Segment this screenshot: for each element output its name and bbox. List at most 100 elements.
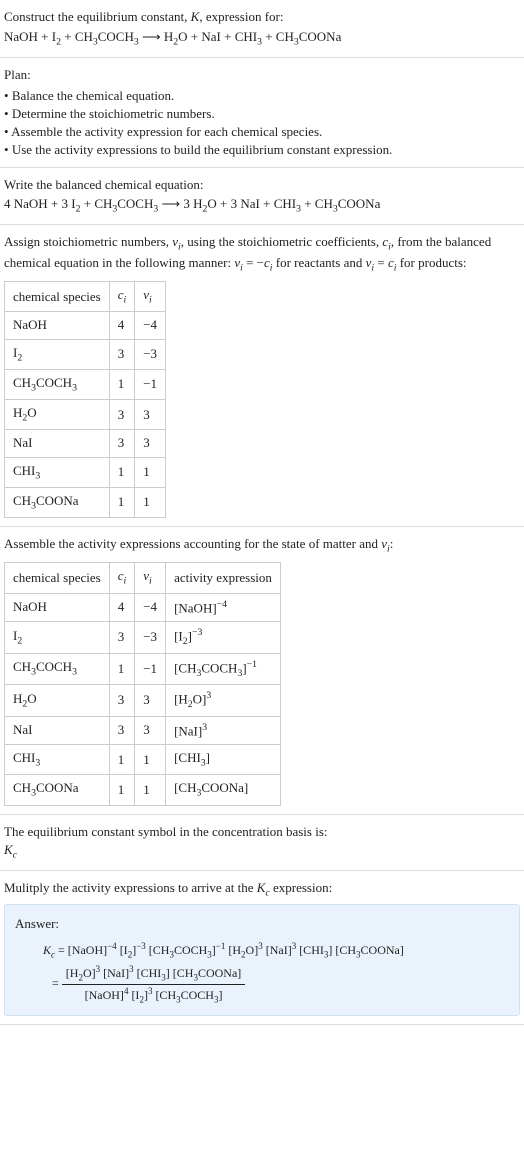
plan-heading: Plan:	[4, 66, 520, 84]
cell-species: NaI	[5, 430, 110, 457]
header-c: ci	[109, 563, 135, 593]
activity-table: chemical species ci νi activity expressi…	[4, 562, 281, 805]
cell-v: −4	[135, 312, 166, 339]
intro-heading: Construct the equilibrium constant, K, e…	[4, 8, 520, 26]
table-row: NaOH4−4	[5, 312, 166, 339]
symbol-text: The equilibrium constant symbol in the c…	[4, 823, 520, 841]
cell-c: 1	[109, 653, 135, 685]
cell-species: CHI3	[5, 745, 110, 775]
cell-v: 1	[135, 745, 166, 775]
intro-equation: NaOH + I2 + CH3COCH3 ⟶ H2O + NaI + CHI3 …	[4, 28, 520, 49]
cell-expr: [H2O]3	[166, 685, 281, 717]
table-row: NaI33	[5, 430, 166, 457]
answer-label: Answer:	[15, 915, 509, 933]
cell-v: 3	[135, 430, 166, 457]
answer-line1: Kc = [NaOH]−4 [I2]−3 [CH3COCH3]−1 [H2O]3…	[43, 940, 509, 961]
cell-v: 1	[135, 457, 166, 487]
cell-v: 3	[135, 400, 166, 430]
answer-denominator: [NaOH]4 [I2]3 [CH3COCH3]	[62, 985, 246, 1006]
plan-item: Balance the chemical equation.	[4, 87, 520, 105]
cell-c: 4	[109, 593, 135, 622]
cell-c: 3	[109, 400, 135, 430]
balanced-heading: Write the balanced chemical equation:	[4, 176, 520, 194]
header-expr: activity expression	[166, 563, 281, 593]
table-row: CH3COONa11	[5, 487, 166, 517]
symbol-kc: Kc	[4, 841, 520, 862]
multiply-section: Mulitply the activity expressions to arr…	[0, 871, 524, 1025]
answer-line2: = [H2O]3 [NaI]3 [CHI3] [CH3COONa] [NaOH]…	[43, 963, 509, 1006]
cell-species: CH3COONa	[5, 775, 110, 805]
cell-c: 3	[109, 622, 135, 654]
cell-expr: [NaOH]−4	[166, 593, 281, 622]
cell-species: NaOH	[5, 312, 110, 339]
table-header-row: chemical species ci νi	[5, 282, 166, 312]
cell-species: H2O	[5, 400, 110, 430]
table-row: CH3COONa11[CH3COONa]	[5, 775, 281, 805]
cell-c: 1	[109, 457, 135, 487]
cell-c: 3	[109, 685, 135, 717]
cell-species: NaI	[5, 716, 110, 745]
table-row: H2O33	[5, 400, 166, 430]
cell-c: 1	[109, 745, 135, 775]
cell-species: CHI3	[5, 457, 110, 487]
answer-fraction: [H2O]3 [NaI]3 [CHI3] [CH3COONa] [NaOH]4 …	[62, 963, 246, 1006]
table-row: NaOH4−4[NaOH]−4	[5, 593, 281, 622]
stoich-text: Assign stoichiometric numbers, νi, using…	[4, 233, 520, 275]
cell-species: H2O	[5, 685, 110, 717]
stoich-section: Assign stoichiometric numbers, νi, using…	[0, 225, 524, 527]
cell-c: 4	[109, 312, 135, 339]
symbol-section: The equilibrium constant symbol in the c…	[0, 815, 524, 871]
header-species: chemical species	[5, 563, 110, 593]
cell-c: 1	[109, 775, 135, 805]
table-row: CHI311[CHI3]	[5, 745, 281, 775]
cell-species: CH3COONa	[5, 487, 110, 517]
cell-species: NaOH	[5, 593, 110, 622]
table-row: NaI33[NaI]3	[5, 716, 281, 745]
cell-species: I2	[5, 339, 110, 369]
cell-species: I2	[5, 622, 110, 654]
cell-c: 1	[109, 487, 135, 517]
answer-numerator: [H2O]3 [NaI]3 [CHI3] [CH3COONa]	[62, 963, 246, 985]
balanced-section: Write the balanced chemical equation: 4 …	[0, 168, 524, 224]
table-row: CH3COCH31−1	[5, 369, 166, 399]
cell-v: 3	[135, 716, 166, 745]
plan-item: Determine the stoichiometric numbers.	[4, 105, 520, 123]
plan-item: Use the activity expressions to build th…	[4, 141, 520, 159]
plan-list: Balance the chemical equation. Determine…	[4, 87, 520, 160]
plan-item: Assemble the activity expression for eac…	[4, 123, 520, 141]
cell-v: −4	[135, 593, 166, 622]
cell-v: 3	[135, 685, 166, 717]
header-c: ci	[109, 282, 135, 312]
cell-c: 1	[109, 369, 135, 399]
cell-species: CH3COCH3	[5, 653, 110, 685]
cell-v: −1	[135, 653, 166, 685]
answer-box: Answer: Kc = [NaOH]−4 [I2]−3 [CH3COCH3]−…	[4, 904, 520, 1016]
table-row: I23−3[I2]−3	[5, 622, 281, 654]
cell-c: 3	[109, 430, 135, 457]
activity-section: Assemble the activity expressions accoun…	[0, 527, 524, 815]
activity-heading: Assemble the activity expressions accoun…	[4, 535, 520, 556]
table-row: CH3COCH31−1[CH3COCH3]−1	[5, 653, 281, 685]
table-header-row: chemical species ci νi activity expressi…	[5, 563, 281, 593]
intro-section: Construct the equilibrium constant, K, e…	[0, 0, 524, 58]
cell-v: 1	[135, 775, 166, 805]
balanced-equation: 4 NaOH + 3 I2 + CH3COCH3 ⟶ 3 H2O + 3 NaI…	[4, 195, 520, 216]
header-v: νi	[135, 282, 166, 312]
cell-v: −3	[135, 339, 166, 369]
cell-c: 3	[109, 339, 135, 369]
cell-v: −3	[135, 622, 166, 654]
cell-v: −1	[135, 369, 166, 399]
cell-expr: [NaI]3	[166, 716, 281, 745]
multiply-heading: Mulitply the activity expressions to arr…	[4, 879, 520, 900]
table-row: CHI311	[5, 457, 166, 487]
header-v: νi	[135, 563, 166, 593]
cell-v: 1	[135, 487, 166, 517]
cell-species: CH3COCH3	[5, 369, 110, 399]
stoich-table: chemical species ci νi NaOH4−4 I23−3 CH3…	[4, 281, 166, 518]
table-row: I23−3	[5, 339, 166, 369]
cell-expr: [I2]−3	[166, 622, 281, 654]
cell-expr: [CHI3]	[166, 745, 281, 775]
cell-c: 3	[109, 716, 135, 745]
cell-expr: [CH3COCH3]−1	[166, 653, 281, 685]
cell-expr: [CH3COONa]	[166, 775, 281, 805]
